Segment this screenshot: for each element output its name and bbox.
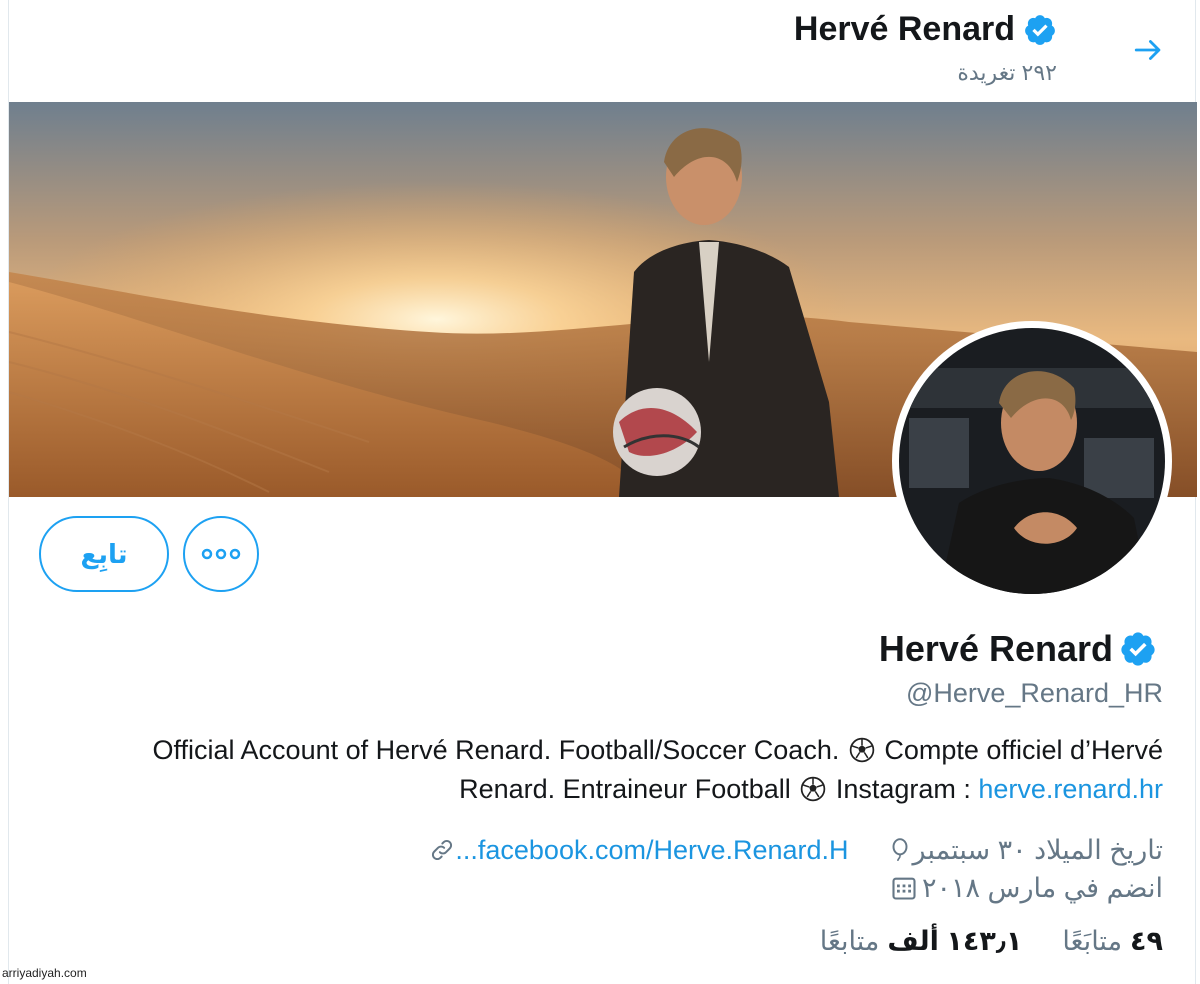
website-text[interactable]: facebook.com/Herve.Renard.H...: [455, 835, 848, 866]
followers-stat[interactable]: ١٤٣٫١ ألف متابعًا: [820, 926, 1023, 957]
bio-text-2a: Renard. Entraineur Football: [459, 774, 791, 804]
profile-meta: تاريخ الميلاد ٣٠ سبتمبر facebook.com/Her…: [23, 830, 1163, 870]
back-button[interactable]: [1129, 30, 1169, 70]
profile-handle: @Herve_Renard_HR: [905, 678, 1163, 708]
profile-header: Hervé Renard ٢٩٢ تغريدة: [9, 0, 1197, 100]
follow-button[interactable]: تابِع: [39, 516, 169, 592]
follow-stats: ٤٩ متابَعًا ١٤٣٫١ ألف متابعًا: [780, 926, 1163, 957]
following-count: ٤٩: [1130, 926, 1163, 956]
verified-badge-icon: [1121, 632, 1155, 666]
birthday-text: تاريخ الميلاد ٣٠ سبتمبر: [912, 834, 1163, 865]
arrow-right-icon: [1134, 40, 1161, 60]
bio-text-1: Official Account of Hervé Renard. Footba…: [152, 735, 840, 765]
calendar-icon: [890, 874, 918, 902]
bio-text-1b: Compte officiel d’Hervé: [884, 735, 1163, 765]
birthday: تاريخ الميلاد ٣٠ سبتمبر: [883, 835, 1163, 866]
soccer-ball-icon: [801, 776, 826, 802]
verified-badge-icon: [1025, 14, 1055, 45]
header-name-text: Hervé Renard: [793, 10, 1015, 48]
avatar-image: [899, 328, 1165, 594]
bio-instagram-link[interactable]: herve.renard.hr: [978, 774, 1163, 804]
balloon-icon: [887, 837, 913, 863]
profile-bio: Official Account of Hervé Renard. Footba…: [33, 731, 1164, 809]
watermark: arriyadiyah.com: [2, 966, 87, 980]
followers-count: ١٤٣٫١ ألف: [887, 926, 1023, 956]
tweet-count: ٢٩٢ تغريدة: [957, 60, 1057, 85]
more-dots-icon: [201, 548, 241, 560]
more-options-button[interactable]: [183, 516, 259, 592]
profile-name: Hervé Renard: [879, 628, 1157, 670]
joined-date: انضم في مارس ٢٠١٨: [890, 870, 1163, 906]
joined-text: انضم في مارس ٢٠١٨: [921, 872, 1163, 903]
followers-label: متابعًا: [819, 926, 880, 956]
avatar-photo: [899, 328, 1165, 594]
bio-text-2b: Instagram :: [835, 774, 971, 804]
link-icon: [429, 837, 455, 863]
profile-name-text: Hervé Renard: [878, 628, 1113, 669]
website-link[interactable]: facebook.com/Herve.Renard.H...: [425, 835, 849, 866]
bio-line-1: Official Account of Hervé Renard. Footba…: [33, 731, 1164, 770]
following-stat[interactable]: ٤٩ متابَعًا: [1062, 926, 1163, 957]
header-title: Hervé Renard: [794, 10, 1057, 49]
following-label: متابَعًا: [1062, 926, 1123, 956]
profile-avatar[interactable]: [892, 321, 1172, 601]
soccer-ball-icon: [849, 737, 875, 763]
bio-line-2: Renard. Entraineur Football Instagram : …: [33, 770, 1163, 809]
profile-page: Hervé Renard ٢٩٢ تغريدة تابِع Hervé Rena…: [8, 0, 1197, 984]
